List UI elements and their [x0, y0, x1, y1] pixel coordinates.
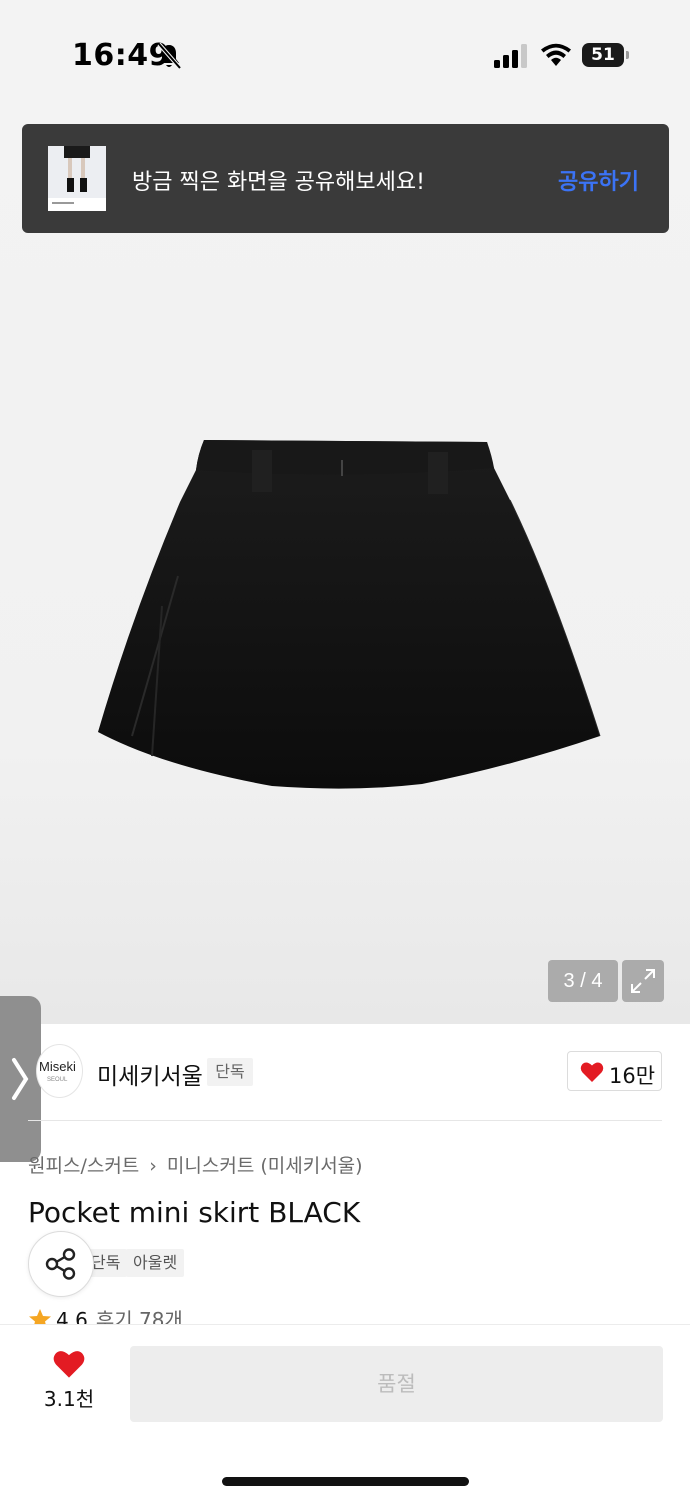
product-rating[interactable]: 4.6 후기 78개	[28, 1304, 183, 1326]
heart-icon	[580, 1062, 604, 1082]
status-bar: 16:49 51	[0, 0, 690, 110]
breadcrumb-category[interactable]: 원피스/스커트	[28, 1155, 139, 1177]
battery-level: 51	[582, 43, 624, 67]
thumbnail-image	[48, 146, 106, 211]
breadcrumb-subcategory[interactable]: 미니스커트 (미세키서울)	[167, 1155, 363, 1177]
share-icon	[45, 1248, 76, 1280]
brand-name[interactable]: 미세키서울	[97, 1057, 203, 1091]
screenshot-thumbnail[interactable]	[48, 146, 106, 211]
sold-out-button[interactable]: 품절	[130, 1346, 663, 1422]
share-button[interactable]	[28, 1231, 94, 1297]
product-title: Pocket mini skirt BLACK	[28, 1196, 361, 1229]
expand-image-button[interactable]	[622, 960, 664, 1002]
expand-icon	[631, 969, 655, 993]
battery-indicator: 51	[582, 43, 630, 69]
product-image-gallery[interactable]: 3 / 4	[0, 110, 690, 1024]
bottom-action-bar: 3.1천 품절	[0, 1324, 690, 1500]
brand-logo-text: Miseki	[39, 1059, 76, 1074]
brand-exclusive-badge: 단독	[207, 1058, 253, 1086]
heart-icon	[53, 1351, 85, 1378]
home-indicator[interactable]	[222, 1477, 469, 1486]
wifi-icon	[541, 43, 571, 66]
side-drawer-tab[interactable]	[0, 996, 41, 1162]
brand-like-button[interactable]: 16만	[567, 1051, 662, 1091]
screenshot-share-toast: 방금 찍은 화면을 공유해보세요! 공유하기	[22, 124, 669, 233]
breadcrumb-separator-icon: ›	[149, 1155, 157, 1177]
divider	[28, 1120, 662, 1121]
chevron-right-icon	[12, 1058, 29, 1100]
brand-logo[interactable]: Miseki SEOUL	[36, 1044, 83, 1098]
share-now-button[interactable]: 공유하기	[558, 164, 639, 196]
wishlist-button[interactable]: 3.1천	[36, 1349, 102, 1419]
battery-tip	[626, 51, 629, 59]
breadcrumb: 원피스/스커트 › 미니스커트 (미세키서울)	[28, 1151, 363, 1178]
product-image	[98, 440, 601, 789]
tag-outlet: 아울렛	[126, 1249, 185, 1277]
brand-like-count: 16만	[609, 1064, 656, 1088]
image-counter: 3 / 4	[548, 960, 618, 1002]
wishlist-count: 3.1천	[43, 1387, 95, 1411]
brand-logo-subtext: SEOUL	[47, 1077, 68, 1083]
cellular-signal-icon	[494, 44, 527, 68]
toast-message: 방금 찍은 화면을 공유해보세요!	[132, 170, 425, 195]
bell-off-icon	[157, 42, 182, 70]
